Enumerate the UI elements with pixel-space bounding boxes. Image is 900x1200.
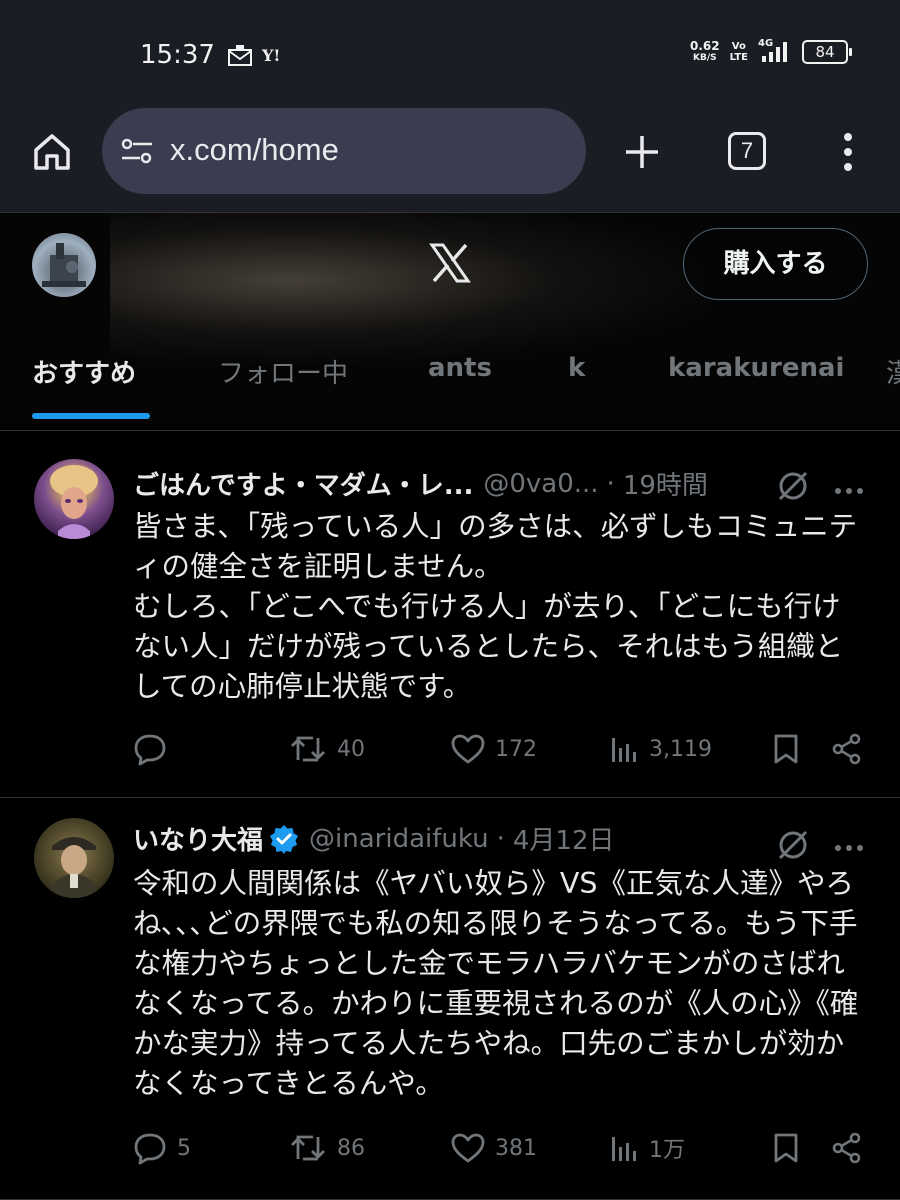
repost-button[interactable]: 40 [289,729,365,769]
heart-icon [451,734,485,764]
like-count: 172 [495,736,537,762]
like-button[interactable]: 381 [451,1128,537,1168]
share-button[interactable] [831,1128,873,1168]
verified-badge-icon [269,824,299,854]
tab-following[interactable]: フォロー中 [218,353,348,390]
signal-icon: 4G [758,38,792,64]
reply-button[interactable] [133,729,177,769]
views-button[interactable]: 3,119 [609,729,712,769]
views-icon [612,738,636,762]
tweet-time[interactable]: 19時間 [623,465,708,502]
android-status-bar: 15:37 Y! 0.62 KB/S Vo LTE 4G 84 [0,0,900,108]
author-handle[interactable]: @0va0... [483,469,598,499]
author-name[interactable]: ごはんですよ・マダム・レ... [133,465,473,502]
tab-list-partial[interactable]: 漢 [886,353,900,390]
tab-recommended[interactable]: おすすめ [32,353,136,390]
tweet-text: 皆さま、「残っている人」の多さは、必ずしもコミュニティの健全さを証明しません。 … [133,510,858,703]
tab-list-k[interactable]: k [568,353,585,383]
tweet-author-avatar[interactable] [34,818,114,898]
repost-button[interactable]: 86 [289,1128,365,1168]
tweet-header: ごはんですよ・マダム・レ... @0va0... · 19時間 [133,465,708,502]
browser-toolbar: x.com/home 7 [0,108,900,212]
battery-icon: 84 [802,40,852,64]
views-icon [612,1137,636,1161]
x-logo-icon[interactable] [428,241,472,285]
status-indicators: 0.62 KB/S Vo LTE 4G 84 [690,38,852,64]
tab-list-ants[interactable]: ants [428,353,492,383]
tab-list-karakurenai[interactable]: karakurenai [668,353,844,383]
site-settings-icon[interactable] [120,136,154,170]
bookmark-icon [774,1133,798,1163]
reply-button[interactable]: 5 [133,1128,191,1168]
home-button[interactable] [30,130,74,174]
tab-switcher-button[interactable]: 7 [728,132,766,170]
address-bar[interactable]: x.com/home [102,108,586,194]
share-icon [832,1132,861,1164]
views-count: 3,119 [649,736,712,762]
more-vertical-icon [844,133,852,171]
share-button[interactable] [831,729,873,769]
tweet-actions: 40 172 3,119 [133,729,868,769]
like-button[interactable]: 172 [451,729,537,769]
url-text: x.com/home [170,132,339,167]
status-time: 15:37 [140,40,215,70]
separator-dot: · [496,823,505,854]
tweet-actions: 5 86 381 1万 [133,1128,868,1168]
author-name[interactable]: いなり大福 [133,820,263,857]
author-handle[interactable]: @inaridaifuku [309,824,489,854]
share-icon [832,733,861,765]
heart-icon [451,1133,485,1163]
timeline-tabs: おすすめ フォロー中 ants k karakurenai 漢 [0,343,900,424]
header-backdrop [110,213,710,363]
grok-icon[interactable] [776,469,810,503]
browser-menu-button[interactable] [836,130,860,174]
volte-indicator: Vo LTE [729,41,748,63]
my-avatar[interactable] [32,233,96,297]
bookmark-button[interactable] [773,729,809,769]
more-horizontal-icon[interactable] [834,481,864,494]
grok-icon[interactable] [776,828,810,862]
plus-icon [626,136,658,168]
active-tab-indicator [32,413,150,419]
x-top-header: 購入する おすすめ フォロー中 ants k karakurenai 漢 [0,212,900,424]
separator-dot: · [606,468,615,499]
repost-count: 86 [337,1135,365,1161]
mail-icon [228,44,252,70]
reply-count: 5 [177,1135,191,1161]
reply-icon [134,734,166,766]
tweet-time[interactable]: 4月12日 [513,820,615,857]
more-horizontal-icon[interactable] [834,838,864,851]
views-count: 1万 [649,1138,685,1163]
views-button[interactable]: 1万 [609,1128,685,1168]
home-icon [34,134,70,170]
reply-icon [134,1133,166,1165]
like-count: 381 [495,1135,537,1161]
network-speed: 0.62 KB/S [690,39,720,63]
repost-icon [291,1135,325,1161]
new-tab-button[interactable] [620,130,664,174]
bookmark-button[interactable] [773,1128,809,1168]
bookmark-icon [774,734,798,764]
tweet-author-avatar[interactable] [34,459,114,539]
tweet-header: いなり大福 @inaridaifuku · 4月12日 [133,820,615,857]
repost-count: 40 [337,736,365,762]
tweet[interactable]: ごはんですよ・マダム・レ... @0va0... · 19時間 皆さま、「残って… [0,430,900,798]
yahoo-icon: Y! [262,46,281,65]
tweet[interactable]: いなり大福 @inaridaifuku · 4月12日 令和の人間関係は《ヤバい… [0,798,900,1200]
tweet-text: 令和の人間関係は《ヤバい奴ら》VS《正気な人達》やろね､､､どの界隈でも私の知る… [133,867,859,1100]
repost-icon [291,736,325,762]
buy-premium-button[interactable]: 購入する [683,228,868,300]
